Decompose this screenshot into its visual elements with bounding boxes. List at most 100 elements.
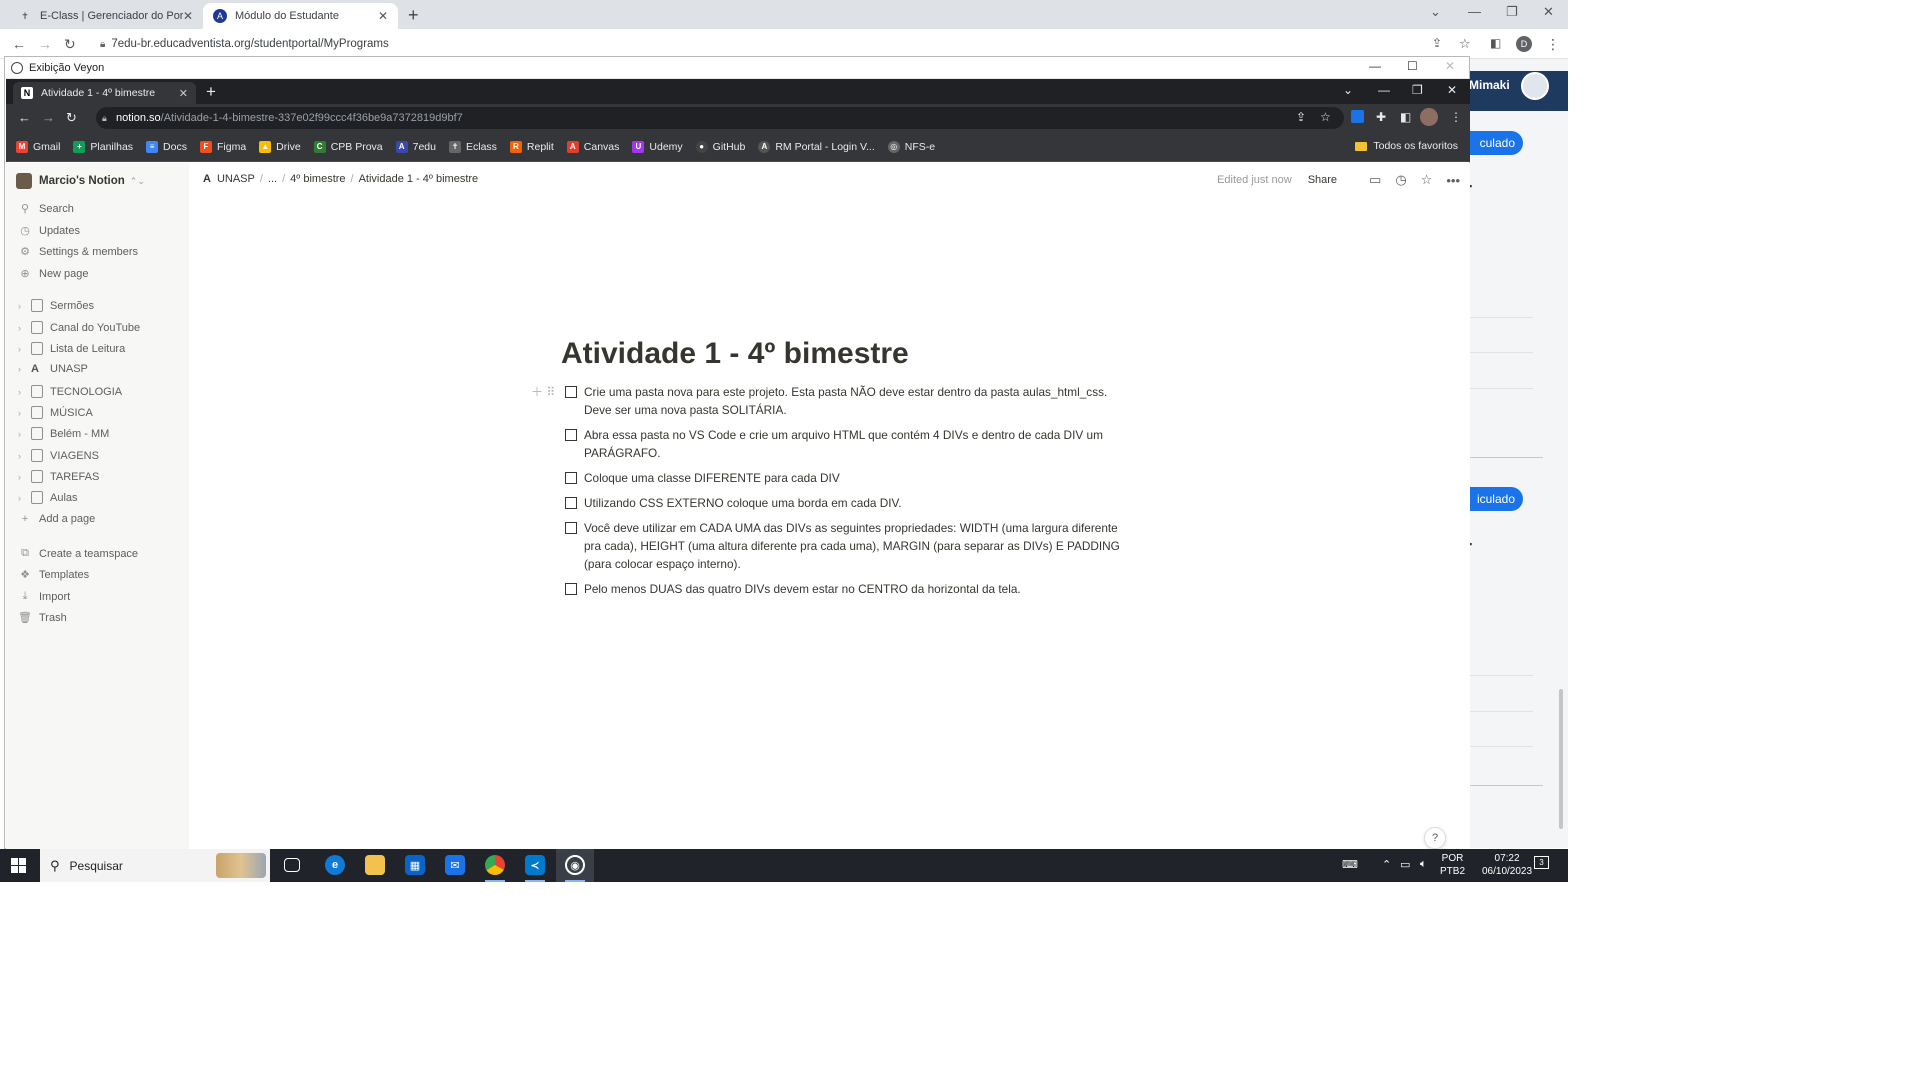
sidebar-updates[interactable]: ◷ Updates (18, 224, 80, 238)
extension-icon[interactable] (1351, 110, 1364, 123)
minimize-icon[interactable]: — (1468, 4, 1481, 19)
reload-icon[interactable]: ↻ (64, 36, 76, 53)
sidebar-page-viagens[interactable]: › VIAGENS (18, 449, 99, 462)
sidebar-page-belem[interactable]: › Belém - MM (18, 427, 109, 440)
keyboard-language[interactable]: POR PTB2 (1440, 852, 1465, 878)
sidebar-add-page[interactable]: + Add a page (18, 513, 96, 525)
minimize-icon[interactable]: — (1378, 83, 1390, 97)
star-icon[interactable]: ☆ (1421, 172, 1433, 188)
sidebar-page-aulas[interactable]: › Aulas (18, 491, 78, 504)
windows-start-icon[interactable] (11, 858, 26, 873)
restore-icon[interactable]: ❐ (1412, 83, 1423, 97)
new-tab-icon[interactable]: + (206, 82, 216, 102)
bookmark-drive[interactable]: ▲ Drive (259, 140, 301, 153)
outer-url-field[interactable]: 🔒︎ 7edu-br.educadventista.org/studentport… (100, 38, 389, 50)
clock[interactable]: 07:22 06/10/2023 (1482, 852, 1532, 878)
network-icon[interactable]: ▭ (1400, 858, 1410, 871)
sidepanel-icon[interactable]: ◧ (1490, 36, 1501, 50)
sidebar-page-musica[interactable]: › MÚSICA (18, 406, 93, 419)
checkbox[interactable] (565, 429, 577, 441)
close-icon[interactable]: ✕ (378, 9, 388, 23)
chrome-icon[interactable] (485, 855, 505, 875)
chevron-up-icon[interactable]: ⌃ (1382, 858, 1391, 871)
breadcrumb-item[interactable]: ... (268, 173, 277, 185)
outer-tab-student-module[interactable]: A Módulo do Estudante ✕ (203, 3, 398, 29)
todo-text[interactable]: Coloque uma classe DIFERENTE para cada D… (584, 469, 840, 487)
chevron-right-icon[interactable]: › (18, 451, 28, 461)
chevron-right-icon[interactable]: › (18, 493, 28, 503)
chevron-down-icon[interactable]: ⌄ (1430, 4, 1441, 20)
close-window-icon[interactable]: ✕ (1543, 4, 1554, 20)
background-pill-button[interactable]: culado (1469, 131, 1523, 155)
bookmark-docs[interactable]: ≡ Docs (146, 140, 187, 153)
checkbox[interactable] (565, 522, 577, 534)
taskbar-search[interactable]: ⚲ Pesquisar (40, 849, 270, 882)
vscode-icon[interactable]: ≺ (525, 855, 545, 875)
share-icon[interactable]: ⇪ (1432, 36, 1442, 50)
todo-text[interactable]: Crie uma pasta nova para este projeto. E… (584, 383, 1121, 419)
sidebar-trash[interactable]: 🗑︎ Trash (18, 611, 67, 625)
sidepanel-icon[interactable]: ◧ (1400, 110, 1411, 124)
share-icon[interactable]: ⇪ (1296, 110, 1306, 124)
store-icon[interactable]: ▦ (405, 855, 425, 875)
checkbox[interactable] (565, 386, 577, 398)
profile-avatar[interactable]: D (1516, 36, 1532, 52)
chevron-right-icon[interactable]: › (18, 387, 28, 397)
close-window-icon[interactable]: ✕ (1445, 59, 1455, 73)
bookmark-7edu[interactable]: A 7edu (395, 140, 436, 153)
back-icon[interactable]: ← (18, 110, 31, 125)
close-icon[interactable]: ✕ (183, 9, 193, 23)
bookmark-cpb-prova[interactable]: C CPB Prova (313, 140, 383, 153)
comment-icon[interactable]: ▭ (1369, 172, 1381, 188)
todo-text[interactable]: Abra essa pasta no VS Code e crie um arq… (584, 426, 1121, 462)
bookmark-figma[interactable]: F Figma (199, 140, 246, 153)
sidebar-templates[interactable]: ❖ Templates (18, 568, 89, 582)
todo-text[interactable]: Você deve utilizar em CADA UMA das DIVs … (584, 519, 1121, 573)
history-icon[interactable]: ◷ (1395, 172, 1406, 188)
reload-icon[interactable]: ↻ (66, 110, 77, 126)
star-icon[interactable]: ☆ (1459, 36, 1471, 52)
bookmark-rm-portal[interactable]: A RM Portal - Login V... (758, 140, 875, 153)
bookmark-nfse[interactable]: ◎ NFS-e (887, 140, 935, 153)
close-window-icon[interactable]: ✕ (1447, 83, 1457, 97)
restore-icon[interactable]: ❐ (1506, 4, 1518, 20)
forward-icon[interactable]: → (38, 36, 52, 52)
chevron-right-icon[interactable]: › (18, 323, 28, 333)
mail-icon[interactable]: ✉ (445, 855, 465, 875)
sidebar-page-lista-leitura[interactable]: › Lista de Leitura (18, 342, 125, 355)
puzzle-icon[interactable]: ✚ (1376, 110, 1386, 124)
chevron-right-icon[interactable]: › (18, 472, 28, 482)
notifications-icon[interactable]: 3 (1534, 856, 1549, 869)
bookmark-gmail[interactable]: M Gmail (16, 140, 60, 153)
sidebar-page-unasp[interactable]: › A UNASP (18, 363, 88, 375)
back-icon[interactable]: ← (12, 36, 26, 52)
drag-handle-icon[interactable]: ＋ ⠿ (531, 383, 555, 401)
all-bookmarks-button[interactable]: Todos os favoritos (1355, 140, 1458, 152)
todo-text[interactable]: Pelo menos DUAS das quatro DIVs devem es… (584, 580, 1021, 598)
avatar[interactable] (1521, 72, 1549, 100)
background-pill-button[interactable]: iculado (1469, 487, 1523, 511)
forward-icon[interactable]: → (42, 110, 55, 125)
sidebar-search[interactable]: ⚲ Search (18, 202, 74, 216)
bookmark-udemy[interactable]: U Udemy (632, 140, 683, 153)
chevron-down-icon[interactable]: ⌄ (1343, 83, 1353, 97)
bookmark-canvas[interactable]: A Canvas (566, 140, 619, 153)
menu-dots-icon[interactable]: ⋮ (1546, 36, 1560, 53)
chevron-right-icon[interactable]: › (18, 301, 28, 311)
inner-url-field[interactable]: 🔒︎ notion.so/Atividade-1-4-bimestre-337e… (96, 107, 1344, 129)
bookmark-github[interactable]: ● GitHub (695, 140, 745, 153)
keyboard-icon[interactable]: ⌨ (1342, 858, 1358, 871)
breadcrumb-item[interactable]: 4º bimestre (290, 173, 345, 185)
sidebar-page-sermoes[interactable]: › Sermões (18, 299, 94, 312)
sidebar-create-teamspace[interactable]: ⧉ Create a teamspace (18, 547, 138, 560)
veyon-icon[interactable]: ◉ (565, 855, 585, 875)
help-button[interactable]: ? (1424, 827, 1446, 849)
sidebar-import[interactable]: ⤓ Import (18, 590, 71, 603)
share-button[interactable]: Share (1308, 174, 1337, 186)
file-explorer-icon[interactable] (365, 855, 385, 875)
edge-icon[interactable]: e (325, 855, 345, 875)
chevron-right-icon[interactable]: › (18, 364, 28, 374)
checkbox[interactable] (565, 497, 577, 509)
page-title[interactable]: Atividade 1 - 4º bimestre (561, 337, 1121, 371)
bookmark-replit[interactable]: R Replit (509, 140, 554, 153)
